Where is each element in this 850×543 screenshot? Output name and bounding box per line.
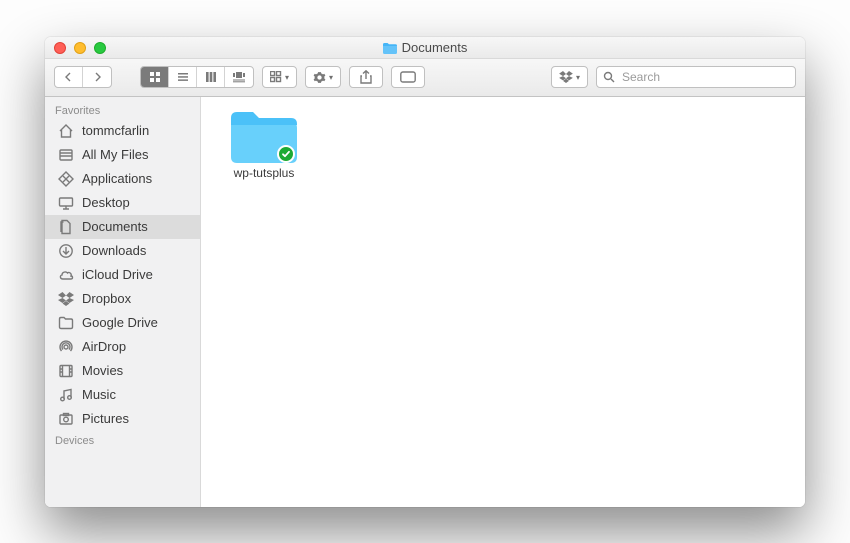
chevron-down-icon: ▾ xyxy=(285,73,289,82)
sidebar-item-airdrop[interactable]: AirDrop xyxy=(45,335,200,359)
dropbox-toolbar-button[interactable]: ▾ xyxy=(551,66,588,88)
window-controls xyxy=(54,42,106,54)
content-area[interactable]: wp-tutsplus xyxy=(201,97,805,507)
sidebar-item-label: tommcfarlin xyxy=(82,123,149,138)
search-field[interactable] xyxy=(596,66,796,88)
sidebar-item-label: Applications xyxy=(82,171,152,186)
folder-icon xyxy=(383,42,397,53)
sidebar-item-all-my-files[interactable]: All My Files xyxy=(45,143,200,167)
sidebar-item-label: iCloud Drive xyxy=(82,267,153,282)
folder-icon xyxy=(231,111,297,163)
window-title: Documents xyxy=(383,40,468,55)
sidebar-item-desktop[interactable]: Desktop xyxy=(45,191,200,215)
apps-icon xyxy=(57,170,75,188)
sidebar-item-google-drive[interactable]: Google Drive xyxy=(45,311,200,335)
arrange-dropdown[interactable]: ▾ xyxy=(262,66,297,88)
toolbar: ▾ ▾ xyxy=(45,59,805,97)
sidebar-item-label: Downloads xyxy=(82,243,146,258)
sidebar-item-icloud-drive[interactable]: iCloud Drive xyxy=(45,263,200,287)
sidebar-item-dropbox[interactable]: Dropbox xyxy=(45,287,200,311)
dropbox-icon xyxy=(559,71,573,83)
share-icon xyxy=(360,70,372,84)
synced-badge-icon xyxy=(277,145,295,163)
sidebar-item-documents[interactable]: Documents xyxy=(45,215,200,239)
sidebar-item-label: Movies xyxy=(82,363,123,378)
sidebar-item-label: Documents xyxy=(82,219,148,234)
view-coverflow[interactable] xyxy=(225,67,253,87)
chevron-down-icon: ▾ xyxy=(576,73,580,82)
tags-icon xyxy=(400,71,416,83)
sidebar-section-label: Devices xyxy=(45,431,200,449)
sidebar-item-tommcfarlin[interactable]: tommcfarlin xyxy=(45,119,200,143)
search-input[interactable] xyxy=(620,69,789,85)
chevron-down-icon: ▾ xyxy=(329,73,333,82)
zoom-button[interactable] xyxy=(94,42,106,54)
minimize-button[interactable] xyxy=(74,42,86,54)
documents-icon xyxy=(57,218,75,236)
desktop-icon xyxy=(57,194,75,212)
sidebar-item-applications[interactable]: Applications xyxy=(45,167,200,191)
forward-button[interactable] xyxy=(83,67,111,87)
finder-window: Documents xyxy=(45,37,805,507)
gear-icon xyxy=(313,71,326,84)
file-item[interactable]: wp-tutsplus xyxy=(219,111,309,181)
sidebar-item-label: Google Drive xyxy=(82,315,158,330)
back-button[interactable] xyxy=(55,67,83,87)
sidebar-item-music[interactable]: Music xyxy=(45,383,200,407)
downloads-icon xyxy=(57,242,75,260)
sidebar-item-label: Desktop xyxy=(82,195,130,210)
search-icon xyxy=(603,71,615,83)
sidebar-item-label: All My Files xyxy=(82,147,148,162)
view-columns[interactable] xyxy=(197,67,225,87)
sidebar-item-pictures[interactable]: Pictures xyxy=(45,407,200,431)
share-button[interactable] xyxy=(349,66,383,88)
nav-back-forward xyxy=(54,66,112,88)
sidebar-item-label: Dropbox xyxy=(82,291,131,306)
action-menu[interactable]: ▾ xyxy=(305,66,341,88)
finder-body: Favorites tommcfarlin All My Files Applicat… xyxy=(45,97,805,507)
view-switcher xyxy=(140,66,254,88)
sidebar-item-movies[interactable]: Movies xyxy=(45,359,200,383)
sidebar-item-label: AirDrop xyxy=(82,339,126,354)
sidebar-item-label: Pictures xyxy=(82,411,129,426)
music-icon xyxy=(57,386,75,404)
sidebar-item-label: Music xyxy=(82,387,116,402)
allmyfiles-icon xyxy=(57,146,75,164)
folder-icon xyxy=(57,314,75,332)
view-icon-grid[interactable] xyxy=(141,67,169,87)
icloud-icon xyxy=(57,266,75,284)
home-icon xyxy=(57,122,75,140)
titlebar: Documents xyxy=(45,37,805,59)
sidebar: Favorites tommcfarlin All My Files Applicat… xyxy=(45,97,201,507)
close-button[interactable] xyxy=(54,42,66,54)
pictures-icon xyxy=(57,410,75,428)
arrange-icon xyxy=(270,71,282,83)
file-label: wp-tutsplus xyxy=(234,167,295,181)
edit-tags-button[interactable] xyxy=(391,66,425,88)
window-title-text: Documents xyxy=(402,40,468,55)
dropbox-icon xyxy=(57,290,75,308)
sidebar-section-label: Favorites xyxy=(45,101,200,119)
movies-icon xyxy=(57,362,75,380)
sidebar-item-downloads[interactable]: Downloads xyxy=(45,239,200,263)
view-list[interactable] xyxy=(169,67,197,87)
airdrop-icon xyxy=(57,338,75,356)
